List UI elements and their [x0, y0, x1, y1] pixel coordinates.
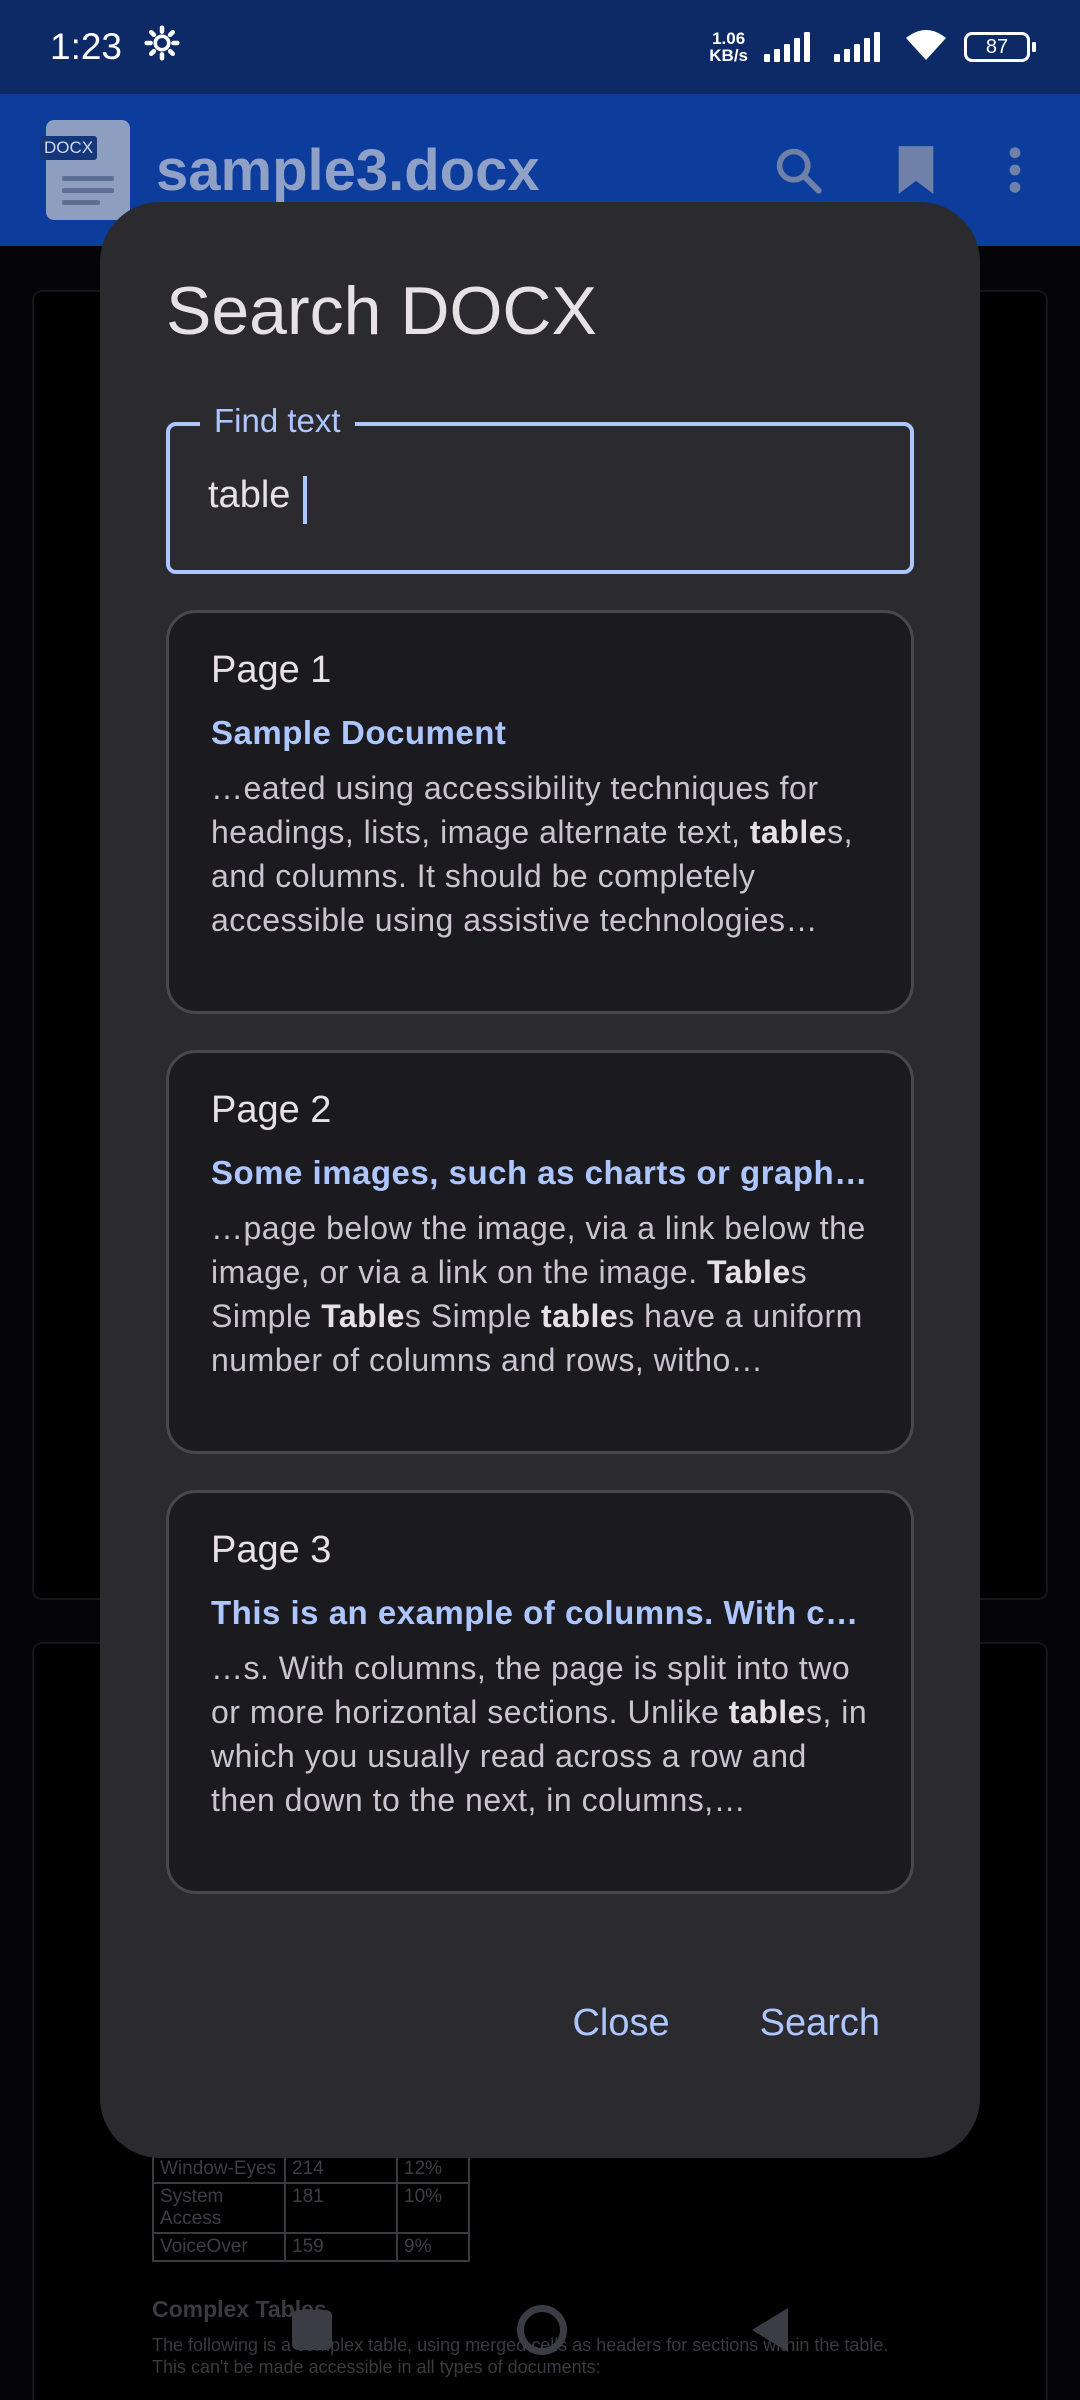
- signal-icon: [764, 32, 810, 62]
- search-button[interactable]: Search: [760, 2002, 880, 2045]
- text-cursor: [303, 476, 307, 524]
- document-table: Window-Eyes 214 12% System Access 181 10% Vo…: [152, 2154, 470, 2262]
- find-text-label: Find text: [200, 402, 355, 440]
- document-title: sample3.docx: [156, 137, 540, 203]
- result-page-number: Page 1: [211, 649, 332, 691]
- docx-tag: DOCX: [40, 136, 98, 160]
- search-result-page-1[interactable]: Page 1 Sample Document …eated using acce…: [166, 610, 914, 1014]
- settings-gear-icon: [144, 24, 180, 70]
- result-page-number: Page 3: [211, 1529, 332, 1571]
- search-result-page-2[interactable]: Page 2 Some images, such as charts or gr…: [166, 1050, 914, 1454]
- navigation-bar: [0, 2300, 1080, 2360]
- search-icon[interactable]: [772, 144, 824, 196]
- result-heading: Sample Document: [211, 714, 507, 751]
- more-options-icon[interactable]: [1008, 144, 1022, 196]
- result-heading: Some images, such as charts or graphs…: [211, 1154, 869, 1191]
- status-bar: 1:23 1.06 KB/s 87: [0, 0, 1080, 94]
- battery-icon: 87: [964, 32, 1036, 62]
- table-row: Window-Eyes 214 12%: [152, 2154, 470, 2184]
- table-row: System Access 181 10%: [152, 2182, 470, 2234]
- wifi-icon: [904, 28, 948, 67]
- table-row: VoiceOver 159 9%: [152, 2232, 470, 2262]
- result-heading: This is an example of columns. With co…: [211, 1594, 869, 1631]
- result-snippet: …page below the image, via a link below …: [211, 1210, 866, 1378]
- search-dialog: Search DOCX Find text Page 1 Sample Docu…: [100, 202, 980, 2158]
- find-text-input[interactable]: [208, 474, 868, 517]
- result-page-number: Page 2: [211, 1089, 332, 1131]
- find-text-field[interactable]: Find text: [166, 402, 914, 574]
- search-result-page-3[interactable]: Page 3 This is an example of columns. Wi…: [166, 1490, 914, 1894]
- docx-file-icon: DOCX: [40, 120, 130, 220]
- home-button[interactable]: [516, 2305, 567, 2355]
- close-button[interactable]: Close: [572, 2002, 669, 2045]
- recents-button[interactable]: [292, 2310, 333, 2350]
- result-snippet: …s. With columns, the page is split into…: [211, 1650, 868, 1818]
- bookmark-icon[interactable]: [894, 144, 938, 196]
- signal-icon: [834, 32, 880, 62]
- clock: 1:23: [50, 26, 123, 67]
- network-speed: 1.06 KB/s: [709, 29, 748, 65]
- battery-level: 87: [985, 36, 1009, 58]
- dialog-title: Search DOCX: [166, 273, 597, 349]
- back-button[interactable]: [751, 2308, 788, 2352]
- result-snippet: …eated using accessibility techniques fo…: [211, 770, 853, 938]
